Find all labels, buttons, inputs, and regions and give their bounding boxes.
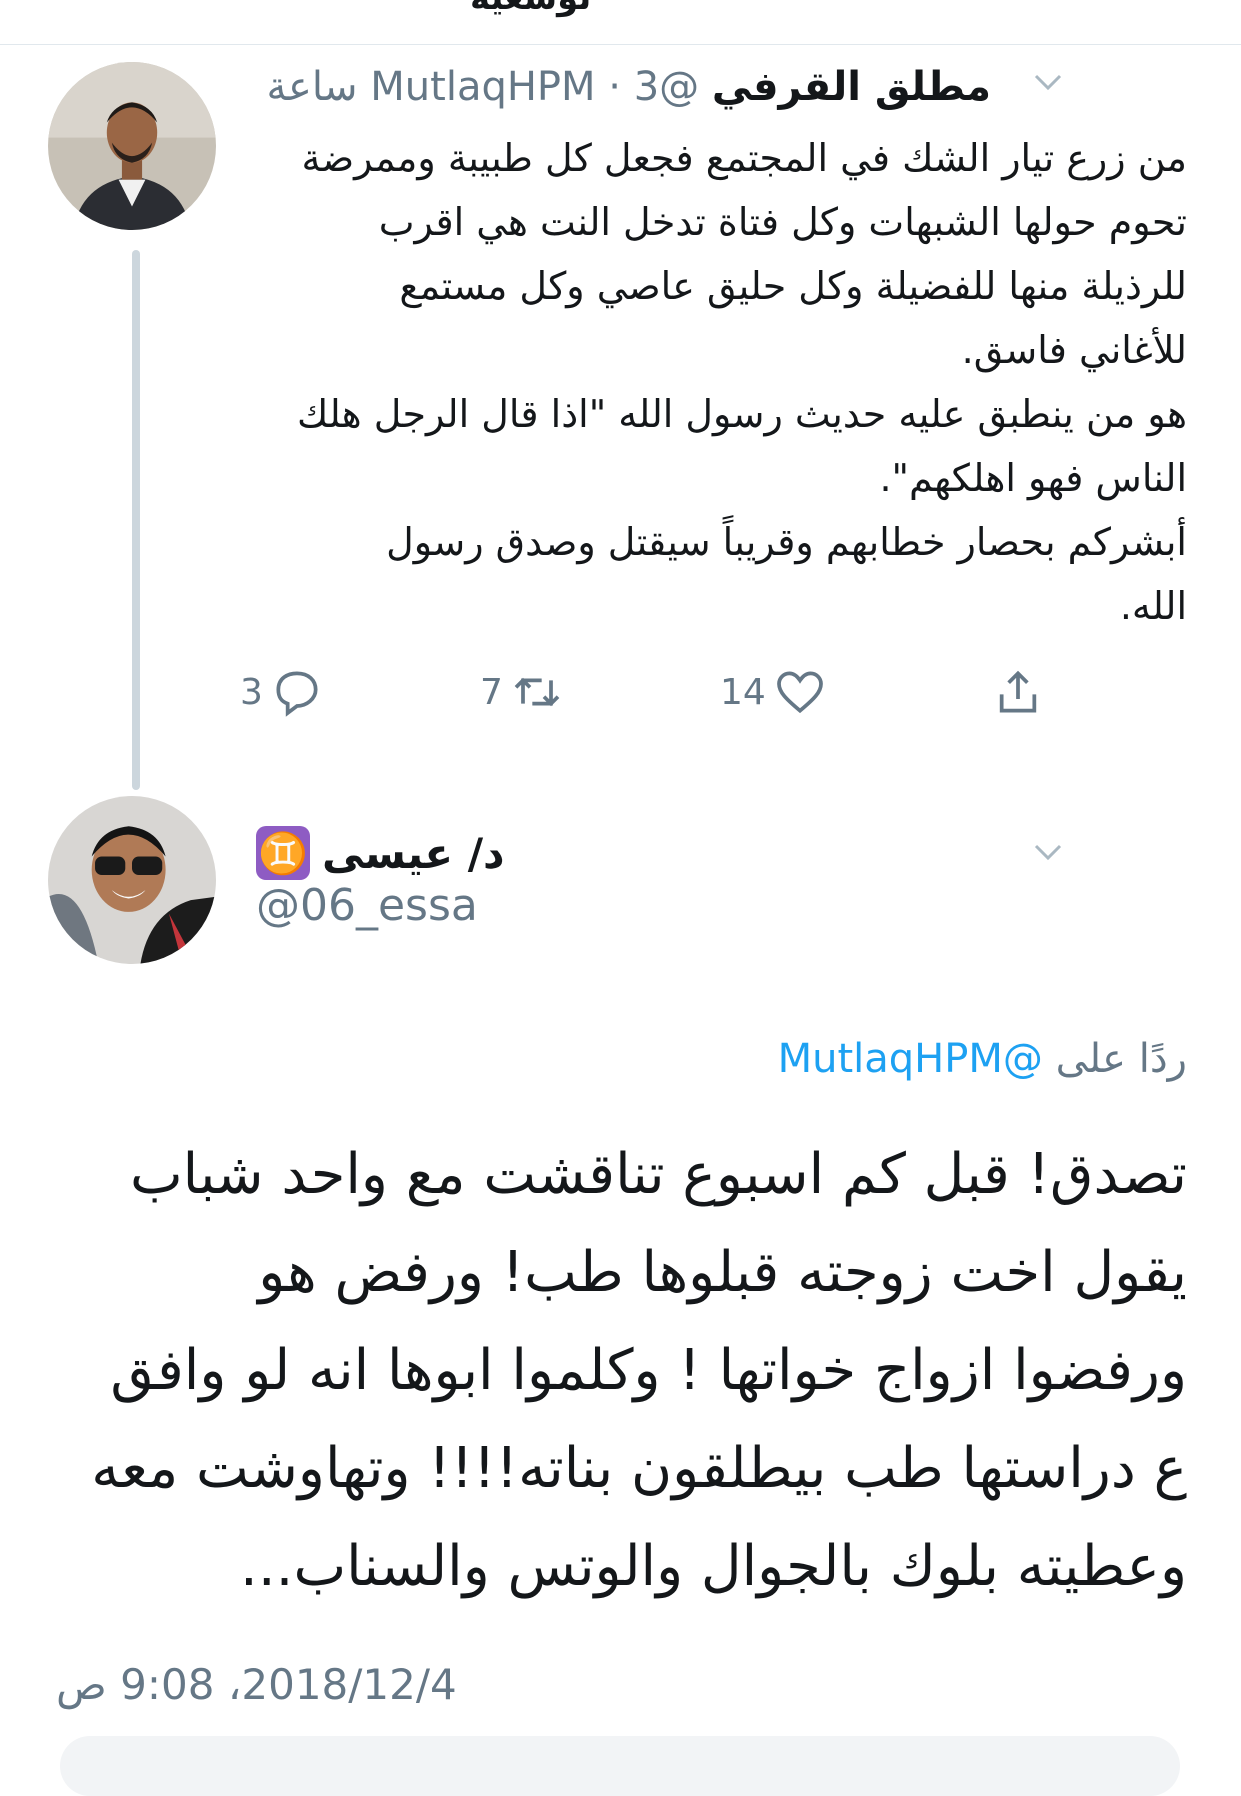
retweet-button[interactable]: 7: [480, 664, 565, 720]
tweet1-author-name[interactable]: مطلق القرفي: [712, 64, 991, 110]
tweet2-body: تصدق! قبل كم اسبوع تناقشت مع واحد شباب ي…: [47, 1126, 1187, 1616]
tweet1-line: من زرع تيار الشك في المجتمع فجعل كل طبيب…: [301, 136, 1187, 180]
replying-mention-link[interactable]: @MutlaqHPM: [778, 1036, 1043, 1082]
thread-line: [132, 250, 140, 790]
tweet2-timestamp: 2018/12/4، 9:08 ص: [56, 1660, 457, 1709]
chevron-down-icon[interactable]: [1030, 64, 1066, 100]
tweet1-separator: ·: [608, 64, 621, 110]
reply-icon: [276, 671, 318, 717]
tweet2-line: يقول اخت زوجته قبلوها طب! ورفض هو: [258, 1240, 1187, 1305]
avatar-mutlaq[interactable]: [48, 62, 216, 230]
chevron-down-icon[interactable]: [1030, 834, 1066, 870]
tweet2-name-row: ♊ د/ عيسى: [256, 826, 505, 880]
share-button[interactable]: [990, 664, 1046, 720]
tweet1-line: الناس فهو اهلكهم".: [879, 456, 1187, 500]
retweet-icon: [514, 677, 560, 707]
tweet1-line: هو من ينطبق عليه حديث رسول الله "اذا قال…: [297, 392, 1187, 436]
avatar-essa[interactable]: [48, 796, 216, 964]
reply-count: 3: [240, 671, 263, 713]
tweet1-line: الله.: [1119, 584, 1187, 628]
like-button[interactable]: 14: [720, 664, 828, 720]
tweet1-line: تحوم حولها الشبهات وكل فتاة تدخل النت هي…: [378, 200, 1187, 244]
tweet1-line: للأغاني فاسق.: [961, 328, 1187, 372]
tweet1-actions: 3 7 14: [230, 664, 1070, 734]
previous-tweet-text: توسعيه: [470, 0, 591, 18]
tweet1-line: للرذيلة منها للفضيلة وكل حليق عاصي وكل م…: [399, 264, 1187, 308]
reply-input-bar[interactable]: [60, 1736, 1180, 1796]
tweet1-header: مطلق القرفي @MutlaqHPM · 3 ساعة: [267, 64, 991, 110]
retweet-count: 7: [480, 671, 503, 713]
previous-tweet-edge: توسعيه: [0, 0, 1241, 45]
share-icon: [999, 670, 1037, 713]
gemini-icon: ♊: [256, 826, 310, 880]
replying-to: ردًا على @MutlaqHPM: [778, 1036, 1187, 1082]
heart-icon: [776, 671, 823, 714]
reply-button[interactable]: 3: [240, 664, 325, 720]
tweet1-line: أبشركم بحصار خطابهم وقريباً سيقتل وصدق ر…: [386, 520, 1187, 564]
tweet2-author-name[interactable]: د/ عيسى: [322, 829, 505, 878]
tweet2-line: ورفضوا ازواج خواتها ! وكلموا ابوها انه ل…: [110, 1338, 1187, 1403]
tweet2-line: تصدق! قبل كم اسبوع تناقشت مع واحد شباب: [129, 1142, 1187, 1207]
tweet2-line: وعطيته بلوك بالجوال والوتس والسناب...: [240, 1534, 1187, 1599]
replying-label: ردًا على: [1055, 1036, 1187, 1082]
tweet2-handle[interactable]: @06_essa: [256, 880, 478, 931]
like-count: 14: [720, 671, 766, 713]
tweet2-line: ع دراستها طب بيطلقون بناته!!!! وتهاوشت م…: [91, 1436, 1187, 1501]
tweet1-body: من زرع تيار الشك في المجتمع فجعل كل طبيب…: [227, 126, 1187, 638]
